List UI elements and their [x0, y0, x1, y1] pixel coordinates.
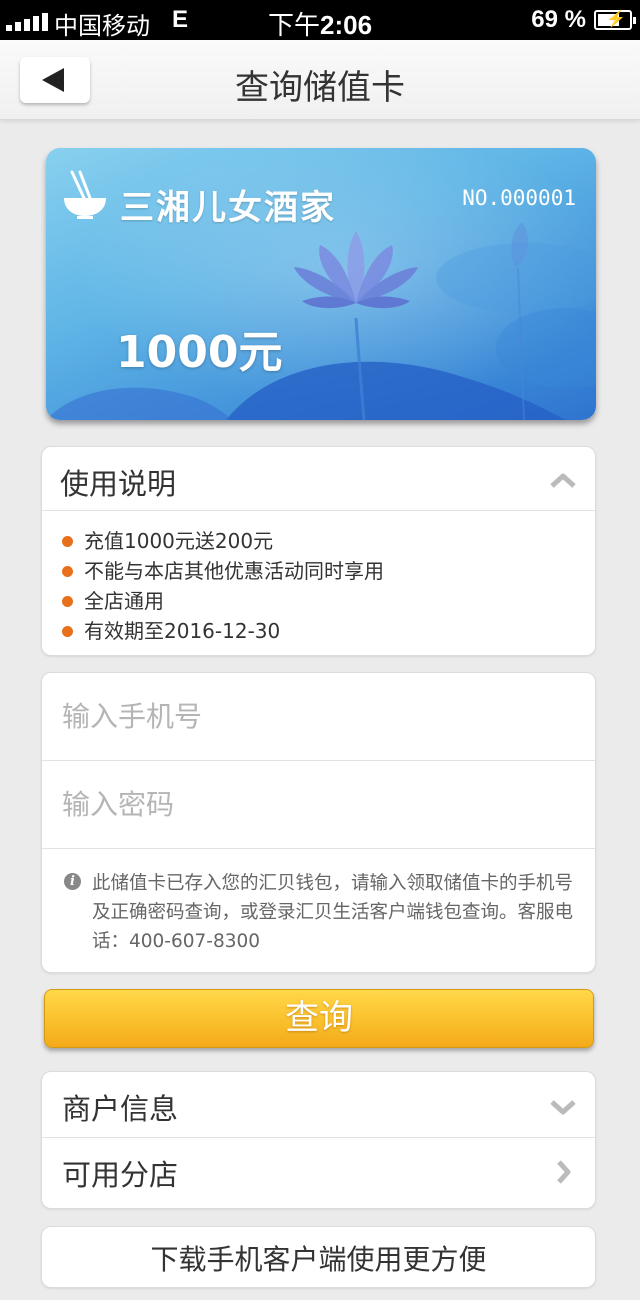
status-bar: 中国移动 E 下午2:06 69 % ⚡: [0, 0, 640, 41]
stored-value-card: 三湘儿女酒家 NO.000001 1000元: [46, 148, 596, 420]
battery-percentage: 69 %: [531, 6, 586, 33]
merchant-info-row[interactable]: 商户信息: [42, 1072, 595, 1138]
usage-rule: 全店通用: [60, 587, 384, 617]
query-notice: i 此储值卡已存入您的汇贝钱包，请输入领取储值卡的手机号及正确密码查询，或登录汇…: [64, 869, 574, 956]
query-button[interactable]: 查询: [44, 989, 594, 1048]
query-notice-text: 此储值卡已存入您的汇贝钱包，请输入领取储值卡的手机号及正确密码查询，或登录汇贝生…: [92, 873, 574, 952]
usage-instructions-header[interactable]: 使用说明: [42, 447, 595, 511]
usage-instructions-title: 使用说明: [60, 467, 177, 501]
phone-field-row: [42, 673, 595, 761]
chevron-right-icon: [557, 1160, 571, 1184]
usage-rule: 有效期至2016-12-30: [60, 617, 384, 647]
usage-instructions-panel: 使用说明 充值1000元送200元 不能与本店其他优惠活动同时享用 全店通用 有…: [41, 446, 596, 656]
available-branches-label: 可用分店: [62, 1158, 179, 1192]
merchant-panel: 商户信息 可用分店: [41, 1071, 596, 1209]
merchant-info-label: 商户信息: [62, 1092, 179, 1126]
query-form-panel: i 此储值卡已存入您的汇贝钱包，请输入领取储值卡的手机号及正确密码查询，或登录汇…: [41, 672, 596, 973]
clock-time: 2:06: [319, 10, 373, 40]
password-input[interactable]: [42, 761, 595, 848]
navigation-bar: 查询储值卡: [0, 40, 640, 120]
usage-rules-list: 充值1000元送200元 不能与本店其他优惠活动同时享用 全店通用 有效期至20…: [60, 527, 384, 647]
chevron-up-icon: [550, 473, 576, 488]
merchant-name: 三湘儿女酒家: [120, 188, 336, 228]
card-amount: 1000元: [116, 327, 283, 378]
clock-period: 下午: [267, 11, 320, 41]
phone-number-input[interactable]: [42, 673, 595, 760]
page-title: 查询储值卡: [235, 68, 405, 108]
download-app-button[interactable]: 下载手机客户端使用更方便: [41, 1226, 596, 1288]
usage-rule: 充值1000元送200元: [60, 527, 384, 557]
password-field-row: [42, 761, 595, 849]
usage-rule: 不能与本店其他优惠活动同时享用: [60, 557, 384, 587]
battery-icon: ⚡: [594, 10, 636, 30]
card-number: NO.000001: [462, 186, 576, 210]
download-app-label: 下载手机客户端使用更方便: [150, 1243, 487, 1276]
chevron-down-icon: [550, 1100, 576, 1115]
info-icon: i: [64, 873, 81, 890]
available-branches-row[interactable]: 可用分店: [42, 1138, 595, 1204]
bowl-chopsticks-icon: [64, 170, 106, 219]
charging-bolt-icon: ⚡: [606, 11, 626, 28]
